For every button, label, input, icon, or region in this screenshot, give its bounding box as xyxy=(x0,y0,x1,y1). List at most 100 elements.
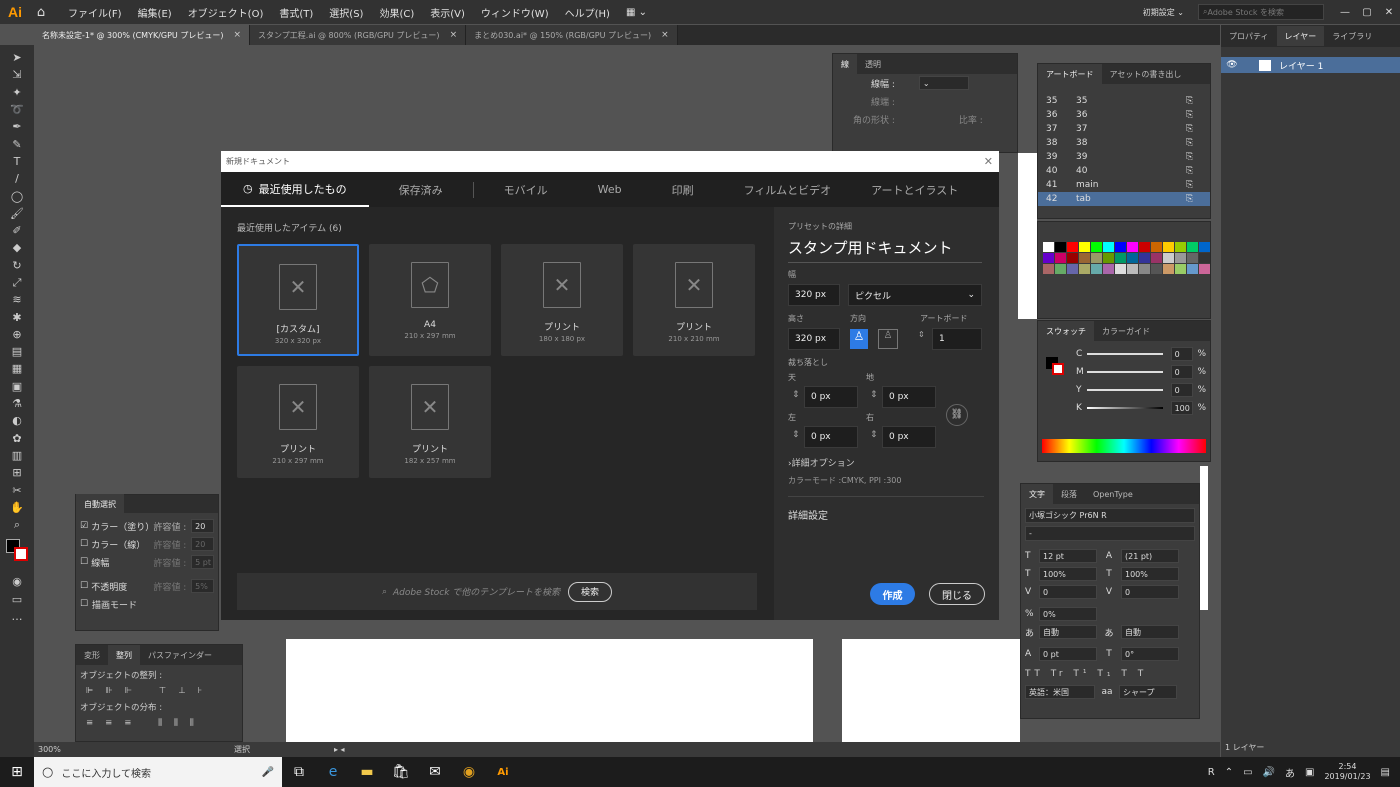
notification-icon[interactable]: ▣ xyxy=(1305,767,1314,778)
color-swatch[interactable] xyxy=(1043,253,1054,263)
color-swatch[interactable] xyxy=(1103,264,1114,274)
preset-name-input[interactable]: スタンプ用ドキュメント xyxy=(788,237,982,263)
pen-tool-icon[interactable]: ✒ xyxy=(0,118,34,135)
stepper-icon[interactable]: ⇕ xyxy=(918,330,925,339)
direct-selection-tool-icon[interactable]: ⇲ xyxy=(0,66,34,83)
arrange-docs-icon[interactable]: ▦ ⌄ xyxy=(618,7,655,18)
color-swatch[interactable] xyxy=(1103,253,1114,263)
aki-left-select[interactable]: 自動 xyxy=(1039,625,1097,639)
horizontal-scale-input[interactable]: 100% xyxy=(1121,567,1179,581)
align-buttons[interactable]: ⊫⊪⊩ ⊤⊥⊦ xyxy=(80,681,238,701)
stock-search-input[interactable]: ⌕ Adobe Stock を検索 xyxy=(1198,4,1324,20)
scroll-arrows-icon[interactable]: ▸ ◂ xyxy=(334,745,345,754)
menu-window[interactable]: ウィンドウ(W) xyxy=(473,5,557,20)
tab-asset-export[interactable]: アセットの書き出し xyxy=(1102,69,1190,80)
color-swatch[interactable] xyxy=(1055,242,1066,252)
language-select[interactable]: 英語：米国 xyxy=(1025,685,1095,699)
task-view-icon[interactable]: ⧉ xyxy=(282,757,316,787)
tab-properties[interactable]: プロパティ xyxy=(1221,31,1277,42)
color-swatch[interactable] xyxy=(1067,242,1078,252)
color-swatch[interactable] xyxy=(1115,242,1126,252)
artboard-tool-icon[interactable]: ⊞ xyxy=(0,464,34,481)
ime-mode-icon[interactable]: R xyxy=(1208,767,1215,778)
color-swatch[interactable] xyxy=(1163,264,1174,274)
color-swatch[interactable] xyxy=(1199,253,1210,263)
illustrator-taskbar-icon[interactable]: Ai xyxy=(486,757,520,787)
artboard-row[interactable]: 37 37 ⎘ xyxy=(1038,122,1210,136)
rotate-tool-icon[interactable]: ↻ xyxy=(0,257,34,274)
menu-object[interactable]: オブジェクト(O) xyxy=(180,5,272,20)
status-mode[interactable]: 選択 xyxy=(234,744,334,755)
fill-stroke-swatch[interactable] xyxy=(0,533,34,573)
color-swatch[interactable] xyxy=(1067,264,1078,274)
lasso-tool-icon[interactable]: ➰ xyxy=(0,101,34,118)
magenta-slider[interactable] xyxy=(1087,371,1163,373)
close-button[interactable]: 閉じる xyxy=(929,583,985,605)
tab-opentype[interactable]: OpenType xyxy=(1085,490,1141,499)
network-icon[interactable]: ▭ xyxy=(1243,767,1252,778)
color-swatch[interactable] xyxy=(1043,264,1054,274)
scale-tool-icon[interactable]: ⤢ xyxy=(0,274,34,291)
menu-help[interactable]: ヘルプ(H) xyxy=(557,5,618,20)
color-swatch[interactable] xyxy=(1199,264,1210,274)
screen-mode-icon[interactable]: ▭ xyxy=(0,591,34,608)
black-input[interactable]: 100 xyxy=(1170,401,1194,415)
black-slider[interactable] xyxy=(1087,407,1163,409)
windows-start-icon[interactable]: ⊞ xyxy=(0,757,34,787)
color-swatch[interactable] xyxy=(1067,253,1078,263)
tray-chevron-icon[interactable]: ⌃ xyxy=(1225,767,1233,778)
color-swatch[interactable] xyxy=(1079,264,1090,274)
tab-mobile[interactable]: モバイル xyxy=(474,182,578,198)
stepper-icon[interactable]: ⇕ xyxy=(792,430,800,440)
gradient-tool-icon[interactable]: ▣ xyxy=(0,378,34,395)
color-swatch[interactable] xyxy=(1091,253,1102,263)
color-swatch[interactable] xyxy=(1055,253,1066,263)
mesh-tool-icon[interactable]: ▦ xyxy=(0,360,34,377)
chrome-icon[interactable]: ◉ xyxy=(452,757,486,787)
swatch-grid[interactable] xyxy=(1043,242,1210,274)
tab-libraries[interactable]: ライブラリ xyxy=(1324,31,1380,42)
color-swatch[interactable] xyxy=(1175,253,1186,263)
color-swatch[interactable] xyxy=(1127,253,1138,263)
color-swatch[interactable] xyxy=(1079,242,1090,252)
tab-transform[interactable]: 変形 xyxy=(76,650,108,661)
stepper-icon[interactable]: ⇕ xyxy=(870,430,878,440)
bleed-right-input[interactable]: 0 px xyxy=(882,426,936,448)
perspective-grid-tool-icon[interactable]: ▤ xyxy=(0,343,34,360)
file-explorer-icon[interactable]: ▬ xyxy=(350,757,384,787)
tab-align[interactable]: 整列 xyxy=(108,645,140,665)
artboard-canvas[interactable] xyxy=(842,639,1020,742)
artboard-row[interactable]: 36 36 ⎘ xyxy=(1038,108,1210,122)
tab-character[interactable]: 文字 xyxy=(1021,484,1053,504)
close-dialog-icon[interactable]: ✕ xyxy=(984,155,999,168)
symbol-sprayer-tool-icon[interactable]: ✿ xyxy=(0,430,34,447)
fill-color-option[interactable]: ☑ カラー（塗り） 許容値 :20 xyxy=(80,517,214,535)
color-swatch[interactable] xyxy=(1163,242,1174,252)
edge-icon[interactable]: e xyxy=(316,757,350,787)
vertical-scale-input[interactable]: 100% xyxy=(1039,567,1097,581)
tab-transparency[interactable]: 透明 xyxy=(857,59,889,70)
shaper-tool-icon[interactable]: ✐ xyxy=(0,222,34,239)
shape-builder-tool-icon[interactable]: ⊕ xyxy=(0,326,34,343)
color-swatch[interactable] xyxy=(1187,264,1198,274)
zoom-level[interactable]: 300% xyxy=(34,745,234,754)
color-swatch[interactable] xyxy=(1079,253,1090,263)
preset-card[interactable]: ✕ プリント 210 x 210 mm xyxy=(633,244,755,356)
menu-type[interactable]: 書式(T) xyxy=(271,5,321,20)
tab-paragraph[interactable]: 段落 xyxy=(1053,489,1085,500)
preset-card[interactable]: ✕ プリント 210 x 297 mm xyxy=(237,366,359,478)
tab-saved[interactable]: 保存済み xyxy=(369,182,473,198)
color-swatch[interactable] xyxy=(1091,242,1102,252)
stepper-icon[interactable]: ⇕ xyxy=(792,390,800,400)
template-search-input[interactable]: Adobe Stock で他のテンプレートを検索 xyxy=(393,585,560,598)
color-swatch[interactable] xyxy=(1175,242,1186,252)
stroke-color-box[interactable] xyxy=(1052,363,1064,375)
slice-tool-icon[interactable]: ✂ xyxy=(0,481,34,498)
portrait-orientation-icon[interactable]: ♙ xyxy=(850,329,868,349)
artboard-canvas[interactable] xyxy=(286,639,813,742)
magenta-input[interactable]: 0 xyxy=(1170,365,1194,379)
yellow-input[interactable]: 0 xyxy=(1170,383,1194,397)
tsume-input[interactable]: 0% xyxy=(1039,607,1097,621)
yellow-slider[interactable] xyxy=(1087,389,1163,391)
color-swatch[interactable] xyxy=(1139,264,1150,274)
